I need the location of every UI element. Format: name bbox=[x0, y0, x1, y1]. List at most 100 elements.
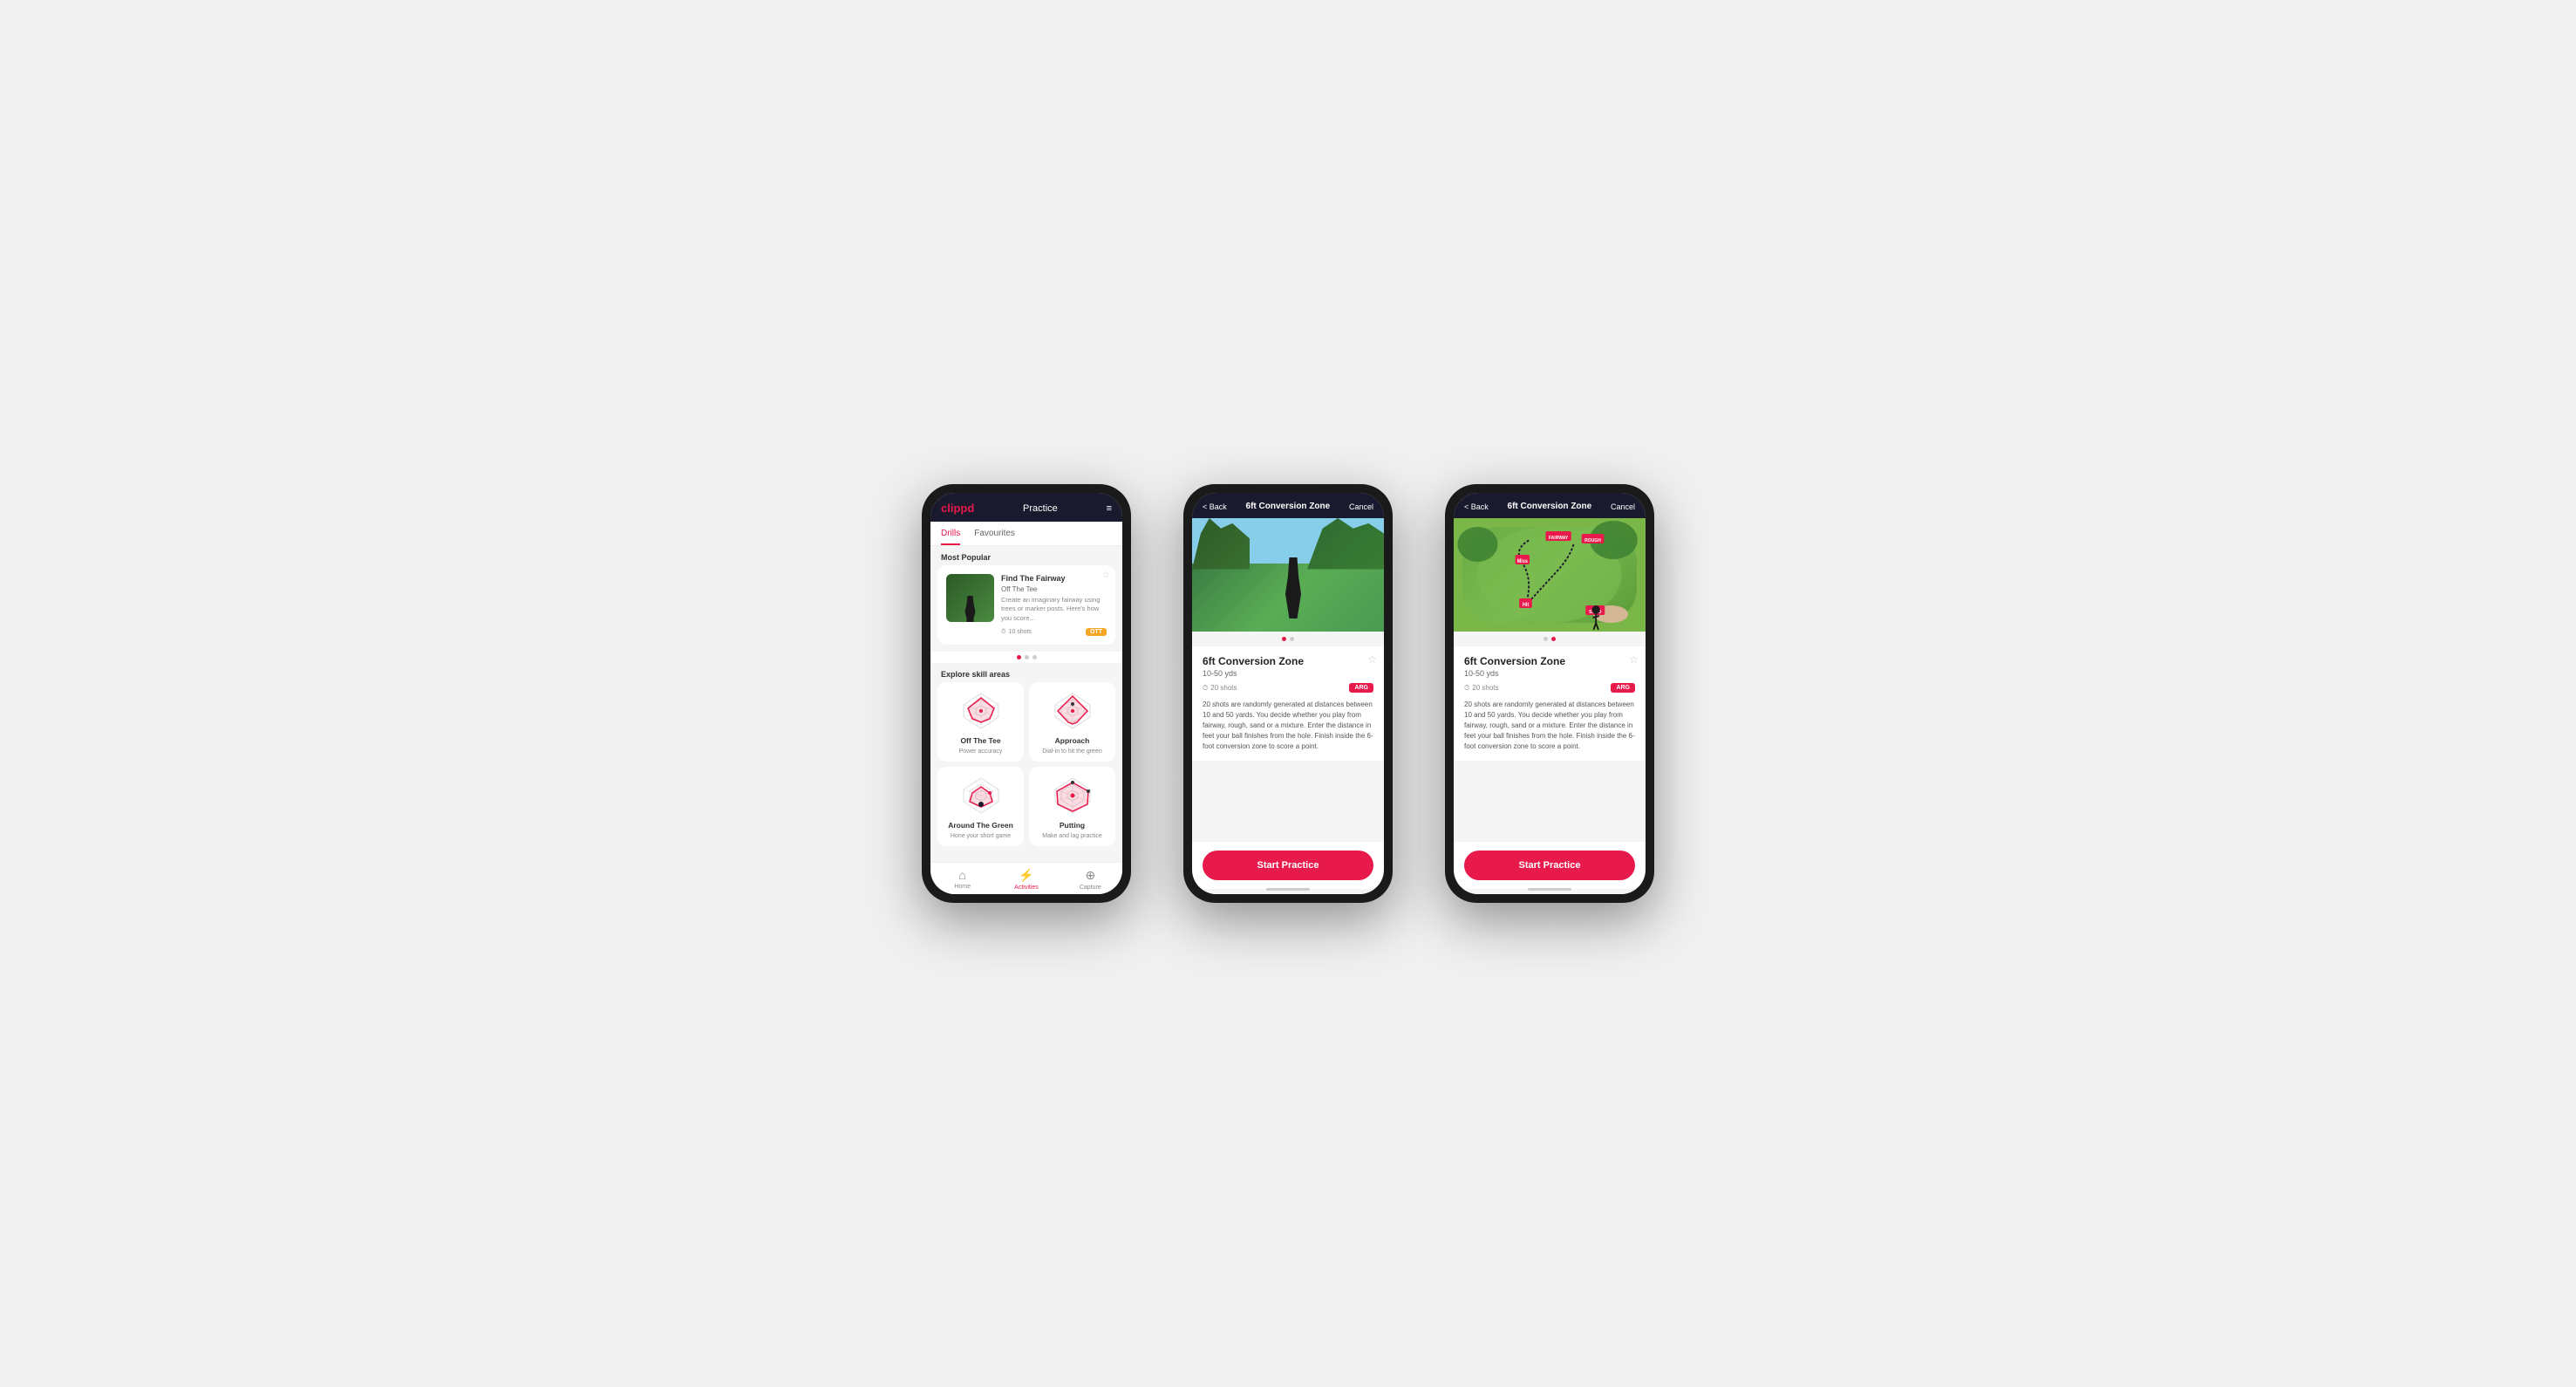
phone-3-screen: < Back 6ft Conversion Zone Cancel bbox=[1454, 493, 1646, 894]
back-button-phone3[interactable]: < Back bbox=[1464, 502, 1489, 511]
clock-icon-p2: ⏱ bbox=[1203, 684, 1208, 693]
capture-icon: ⊕ bbox=[1085, 868, 1095, 883]
approach-name: Approach bbox=[1055, 736, 1090, 745]
phone2-content: ☆ 6ft Conversion Zone 10-50 yds ⏱ 20 sho… bbox=[1192, 518, 1384, 842]
phone1-tabs: Drills Favourites bbox=[930, 522, 1122, 546]
dot-3[interactable] bbox=[1032, 655, 1037, 659]
drill-subtitle: Off The Tee bbox=[1001, 585, 1107, 593]
nav-activities[interactable]: ⚡ Activities bbox=[994, 868, 1058, 891]
phone3-content: Hit Miss FAIRWAY ROUGH S bbox=[1454, 518, 1646, 842]
tab-favourites[interactable]: Favourites bbox=[974, 529, 1015, 545]
phone3-header-title: 6ft Conversion Zone bbox=[1508, 502, 1592, 511]
shots-count-p2: 20 shots bbox=[1210, 684, 1237, 692]
drill-detail-section-p3: ☆ 6ft Conversion Zone 10-50 yds ⏱ 20 sho… bbox=[1454, 646, 1646, 761]
favourite-star-p2[interactable]: ☆ bbox=[1367, 653, 1377, 666]
putting-desc: Make and lag practice bbox=[1042, 833, 1101, 839]
ott-name: Off The Tee bbox=[960, 736, 1000, 745]
phone3-header: < Back 6ft Conversion Zone Cancel bbox=[1454, 493, 1646, 518]
drill-tag: OTT bbox=[1086, 628, 1107, 636]
dot-1[interactable] bbox=[1017, 655, 1021, 659]
drill-description-p2: 20 shots are randomly generated at dista… bbox=[1203, 700, 1373, 752]
drill-info: Find The Fairway Off The Tee Create an i… bbox=[1001, 574, 1107, 636]
bottom-bar-p2 bbox=[1192, 889, 1384, 894]
phone-1: clippd Practice ≡ Drills Favourites Most… bbox=[922, 484, 1131, 903]
cancel-button-phone2[interactable]: Cancel bbox=[1349, 502, 1373, 511]
ott-icon bbox=[959, 689, 1003, 733]
menu-icon[interactable]: ≡ bbox=[1107, 503, 1112, 514]
phone1-content: Most Popular ☆ Find The Fairway Off The … bbox=[930, 546, 1122, 862]
drill-description: Create an imaginary fairway using trees … bbox=[1001, 596, 1107, 624]
drill-title: Find The Fairway bbox=[1001, 574, 1107, 584]
phone2-header-title: 6ft Conversion Zone bbox=[1246, 502, 1331, 511]
svg-text:Miss: Miss bbox=[1517, 559, 1528, 564]
atg-name: Around The Green bbox=[948, 821, 1013, 830]
svg-text:Hit: Hit bbox=[1523, 603, 1529, 608]
drill-yardage-p2: 10-50 yds bbox=[1203, 669, 1373, 678]
skill-putting[interactable]: Putting Make and lag practice bbox=[1029, 767, 1115, 846]
drill-footer: ⏱ 10 shots OTT bbox=[1001, 628, 1107, 636]
activities-label: Activities bbox=[1014, 885, 1039, 891]
shots-info: ⏱ 10 shots bbox=[1001, 629, 1032, 636]
start-practice-button-p2[interactable]: Start Practice bbox=[1203, 851, 1373, 880]
home-indicator-p2 bbox=[1266, 888, 1310, 891]
shots-row-p2: ⏱ 20 shots bbox=[1203, 684, 1237, 693]
img-dot-2-p3[interactable] bbox=[1551, 637, 1556, 641]
home-indicator-p3 bbox=[1528, 888, 1571, 891]
drill-meta-p3: ⏱ 20 shots ARG bbox=[1464, 683, 1635, 693]
skill-approach[interactable]: Approach Dial-in to hit the green bbox=[1029, 682, 1115, 762]
capture-label: Capture bbox=[1080, 885, 1101, 891]
approach-icon bbox=[1051, 689, 1094, 733]
skill-around-the-green[interactable]: Around The Green Hone your short game bbox=[937, 767, 1024, 846]
golfer-body bbox=[962, 596, 979, 622]
most-popular-label: Most Popular bbox=[930, 546, 1122, 565]
featured-drill-card[interactable]: ☆ Find The Fairway Off The Tee Create an… bbox=[937, 565, 1115, 645]
nav-capture[interactable]: ⊕ Capture bbox=[1059, 868, 1122, 891]
image-dots-phone2 bbox=[1192, 632, 1384, 646]
golfer-figure bbox=[962, 596, 979, 622]
img-dot-1[interactable] bbox=[1282, 637, 1286, 641]
phones-container: clippd Practice ≡ Drills Favourites Most… bbox=[922, 484, 1654, 903]
drill-image-map: Hit Miss FAIRWAY ROUGH S bbox=[1454, 518, 1646, 632]
img-dot-2[interactable] bbox=[1290, 637, 1294, 641]
golf-map-scene: Hit Miss FAIRWAY ROUGH S bbox=[1454, 518, 1646, 632]
phone-3: < Back 6ft Conversion Zone Cancel bbox=[1445, 484, 1654, 903]
phone-1-screen: clippd Practice ≡ Drills Favourites Most… bbox=[930, 493, 1122, 894]
favourite-star-p3[interactable]: ☆ bbox=[1629, 653, 1639, 666]
ott-desc: Power accuracy bbox=[959, 748, 1003, 755]
drill-tag-p3: ARG bbox=[1611, 683, 1635, 693]
img-dot-1-p3[interactable] bbox=[1544, 637, 1548, 641]
cancel-button-phone3[interactable]: Cancel bbox=[1611, 502, 1635, 511]
bottom-navbar: ⌂ Home ⚡ Activities ⊕ Capture bbox=[930, 862, 1122, 894]
drill-description-p3: 20 shots are randomly generated at dista… bbox=[1464, 700, 1635, 752]
skill-off-the-tee[interactable]: Off The Tee Power accuracy bbox=[937, 682, 1024, 762]
clippd-logo: clippd bbox=[941, 502, 974, 515]
dot-2[interactable] bbox=[1025, 655, 1029, 659]
drill-yardage-p3: 10-50 yds bbox=[1464, 669, 1635, 678]
image-dots-phone3 bbox=[1454, 632, 1646, 646]
favourite-icon[interactable]: ☆ bbox=[1102, 571, 1110, 580]
home-label: Home bbox=[954, 884, 971, 890]
golfer-body-p2 bbox=[1280, 557, 1306, 618]
activities-icon: ⚡ bbox=[1019, 868, 1033, 883]
shots-count: 10 shots bbox=[1008, 629, 1031, 635]
start-practice-button-p3[interactable]: Start Practice bbox=[1464, 851, 1635, 880]
drill-title-p3: 6ft Conversion Zone bbox=[1464, 655, 1635, 667]
golf-photo-scene bbox=[1192, 518, 1384, 632]
trees-left bbox=[1192, 518, 1250, 570]
carousel-dots bbox=[930, 652, 1122, 663]
nav-home[interactable]: ⌂ Home bbox=[930, 868, 994, 891]
phone1-header: clippd Practice ≡ bbox=[930, 493, 1122, 522]
shots-row-p3: ⏱ 20 shots bbox=[1464, 684, 1499, 693]
golf-image bbox=[946, 574, 994, 622]
trees-right bbox=[1307, 518, 1384, 570]
tab-drills[interactable]: Drills bbox=[941, 529, 960, 545]
explore-label: Explore skill areas bbox=[930, 663, 1122, 682]
drill-title-p2: 6ft Conversion Zone bbox=[1203, 655, 1373, 667]
drill-image-photo bbox=[1192, 518, 1384, 632]
home-icon: ⌂ bbox=[958, 868, 965, 882]
clock-icon-p3: ⏱ bbox=[1464, 684, 1469, 693]
drill-meta-p2: ⏱ 20 shots ARG bbox=[1203, 683, 1373, 693]
bottom-bar-p3 bbox=[1454, 889, 1646, 894]
back-button-phone2[interactable]: < Back bbox=[1203, 502, 1227, 511]
putting-icon bbox=[1051, 774, 1094, 817]
